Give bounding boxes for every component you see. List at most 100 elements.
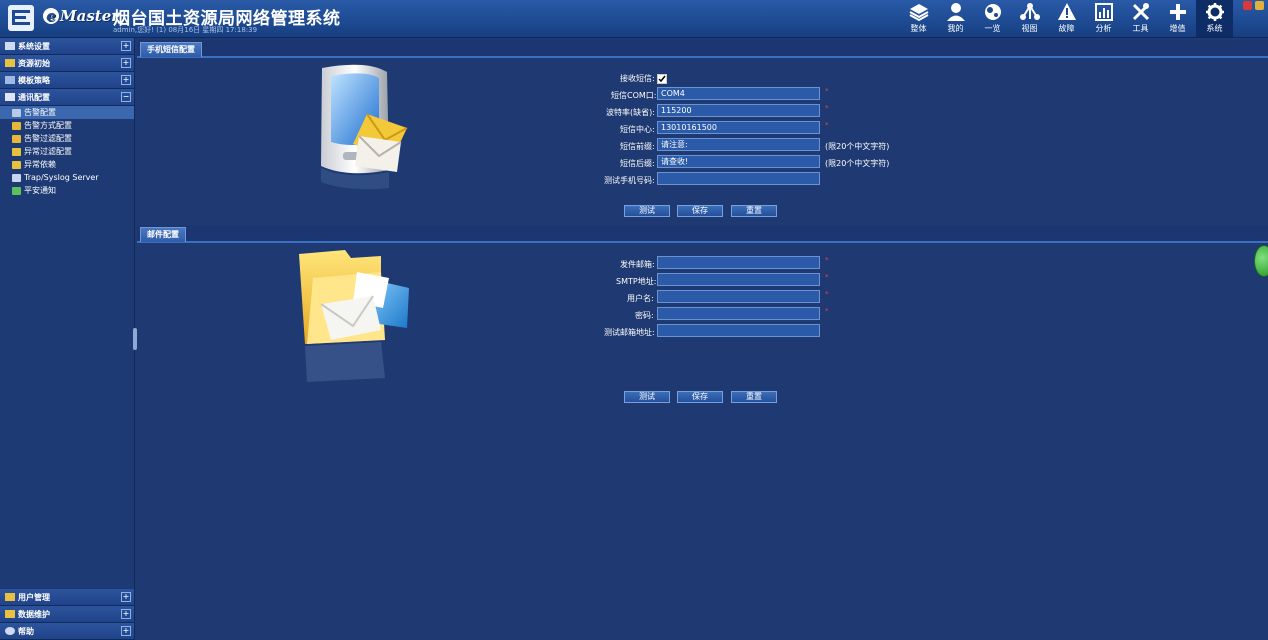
sidebar: 系统设置 + 资源初始 + 模板策略 + 通讯配置 − 告警配置 告警方式配置 …: [0, 38, 135, 640]
required-mark: *: [825, 307, 829, 315]
sms-center-input[interactable]: 13010161500: [657, 121, 820, 134]
sms-reset-button[interactable]: 重置: [731, 205, 777, 217]
nav-label: 我的: [947, 24, 964, 33]
sidebar-item-label: Trap/Syslog Server: [24, 173, 99, 182]
mail-reset-button[interactable]: 重置: [731, 391, 777, 403]
expand-icon[interactable]: +: [121, 58, 131, 68]
topology-icon: [1019, 3, 1040, 20]
nav-label: 系统: [1206, 24, 1223, 33]
sidebar-section-data-maint[interactable]: 数据维护 +: [0, 606, 134, 623]
comm-icon: [5, 93, 15, 101]
nav-fault[interactable]: 故障: [1048, 0, 1085, 37]
password-label: 密码:: [635, 311, 654, 320]
expand-icon[interactable]: +: [121, 609, 131, 619]
sidebar-item-label: 告警配置: [24, 108, 56, 117]
sms-prefix-label: 短信前缀:: [620, 142, 655, 151]
sidebar-item-label: 告警方式配置: [24, 121, 72, 130]
sidebar-section-help[interactable]: 帮助 +: [0, 623, 134, 640]
tab-mail-config[interactable]: 邮件配置: [140, 227, 186, 242]
sidebar-item-exception-dependency[interactable]: 异常依赖: [0, 158, 134, 171]
nav-label: 整体: [910, 24, 927, 33]
nav-system[interactable]: 系统: [1196, 0, 1233, 37]
sidebar-item-label: 异常依赖: [24, 160, 56, 169]
sidebar-section-user-mgmt[interactable]: 用户管理 +: [0, 589, 134, 606]
chart-icon: [1094, 3, 1113, 21]
mail-save-button[interactable]: 保存: [677, 391, 723, 403]
floating-assistant-icon[interactable]: [1254, 245, 1268, 277]
sidebar-section-system-settings[interactable]: 系统设置 +: [0, 38, 134, 55]
receive-sms-checkbox[interactable]: [657, 74, 667, 84]
sms-save-button[interactable]: 保存: [677, 205, 723, 217]
tools-icon: [1132, 3, 1149, 21]
dependency-icon: [12, 160, 21, 169]
sms-prefix-input[interactable]: 请注意:: [657, 138, 820, 151]
username-label: 用户名:: [627, 294, 654, 303]
sidebar-item-alarm-method[interactable]: 告警方式配置: [0, 119, 134, 132]
section-label: 帮助: [18, 626, 34, 636]
sidebar-item-alarm-config[interactable]: 告警配置: [0, 106, 134, 119]
test-email-label: 测试邮箱地址:: [604, 328, 655, 337]
section-label: 资源初始: [18, 58, 50, 68]
smtp-address-input[interactable]: [657, 273, 820, 286]
user-icon: [946, 3, 965, 21]
tab-sms-config[interactable]: 手机短信配置: [140, 42, 202, 57]
username-input[interactable]: [657, 290, 820, 303]
help-icon[interactable]: [1255, 1, 1264, 10]
nav-view[interactable]: 视图: [1011, 0, 1048, 37]
sms-suffix-hint: (限20个中文字符): [825, 159, 890, 168]
test-email-input[interactable]: [657, 324, 820, 337]
sms-center-label: 短信中心:: [620, 125, 655, 134]
sidebar-item-alarm-filter[interactable]: 告警过滤配置: [0, 132, 134, 145]
section-label: 通讯配置: [18, 92, 50, 102]
nav-analysis[interactable]: 分析: [1085, 0, 1122, 37]
test-phone-input[interactable]: [657, 172, 820, 185]
main-content: 手机短信配置 接收短信: 短信COM口: COM4 * 波特率(缺省): 115…: [137, 38, 1268, 640]
app-header: e Master 烟台国土资源局网络管理系统 admin,您好! (1) 08月1…: [0, 0, 1268, 38]
collapse-icon[interactable]: −: [121, 92, 131, 102]
nav-label: 分析: [1095, 24, 1112, 33]
brand-logo: e Master: [43, 7, 119, 25]
sms-test-button[interactable]: 测试: [624, 205, 670, 217]
sidebar-item-label: 告警过滤配置: [24, 134, 72, 143]
brand-text: Master: [60, 7, 120, 25]
sidebar-section-template-policy[interactable]: 模板策略 +: [0, 72, 134, 89]
users-icon: [5, 593, 15, 601]
expand-icon[interactable]: +: [121, 592, 131, 602]
sidebar-item-trap-syslog[interactable]: Trap/Syslog Server: [0, 171, 134, 184]
folder-mail-icon: [299, 250, 409, 382]
expand-icon[interactable]: +: [121, 75, 131, 85]
nav-label: 工具: [1132, 24, 1149, 33]
globe-icon: [984, 4, 1001, 20]
nav-overall[interactable]: 整体: [900, 0, 937, 37]
sms-suffix-input[interactable]: 请查收!: [657, 155, 820, 168]
nav-tools[interactable]: 工具: [1122, 0, 1159, 37]
sidebar-section-comm-config[interactable]: 通讯配置 −: [0, 89, 134, 106]
app-logo-icon: [8, 5, 34, 31]
required-mark: *: [825, 273, 829, 281]
mail-test-button[interactable]: 测试: [624, 391, 670, 403]
password-input[interactable]: [657, 307, 820, 320]
mail-tabbar: 邮件配置: [137, 225, 1268, 243]
sidebar-section-resource-init[interactable]: 资源初始 +: [0, 55, 134, 72]
pda-mail-icon: [321, 64, 408, 190]
warning-icon: [1057, 3, 1076, 20]
database-icon: [5, 610, 15, 618]
com-port-input[interactable]: COM4: [657, 87, 820, 100]
expand-icon[interactable]: +: [121, 41, 131, 51]
expand-icon[interactable]: +: [121, 626, 131, 636]
logout-icon[interactable]: [1243, 1, 1252, 10]
baud-rate-input[interactable]: 115200: [657, 104, 820, 117]
nav-value-added[interactable]: 增值: [1159, 0, 1196, 37]
sender-email-input[interactable]: [657, 256, 820, 269]
sidebar-item-safe-notify[interactable]: 平安通知: [0, 184, 134, 197]
nav-label: 视图: [1021, 24, 1038, 33]
baud-rate-label: 波特率(缺省):: [606, 108, 655, 117]
sidebar-item-label: 平安通知: [24, 186, 56, 195]
test-phone-label: 测试手机号码:: [604, 176, 655, 185]
template-icon: [5, 76, 15, 84]
nav-mine[interactable]: 我的: [937, 0, 974, 37]
exception-filter-icon: [12, 147, 21, 156]
nav-overview[interactable]: 一览: [974, 0, 1011, 37]
sidebar-item-exception-filter[interactable]: 异常过滤配置: [0, 145, 134, 158]
settings-icon: [5, 42, 15, 50]
